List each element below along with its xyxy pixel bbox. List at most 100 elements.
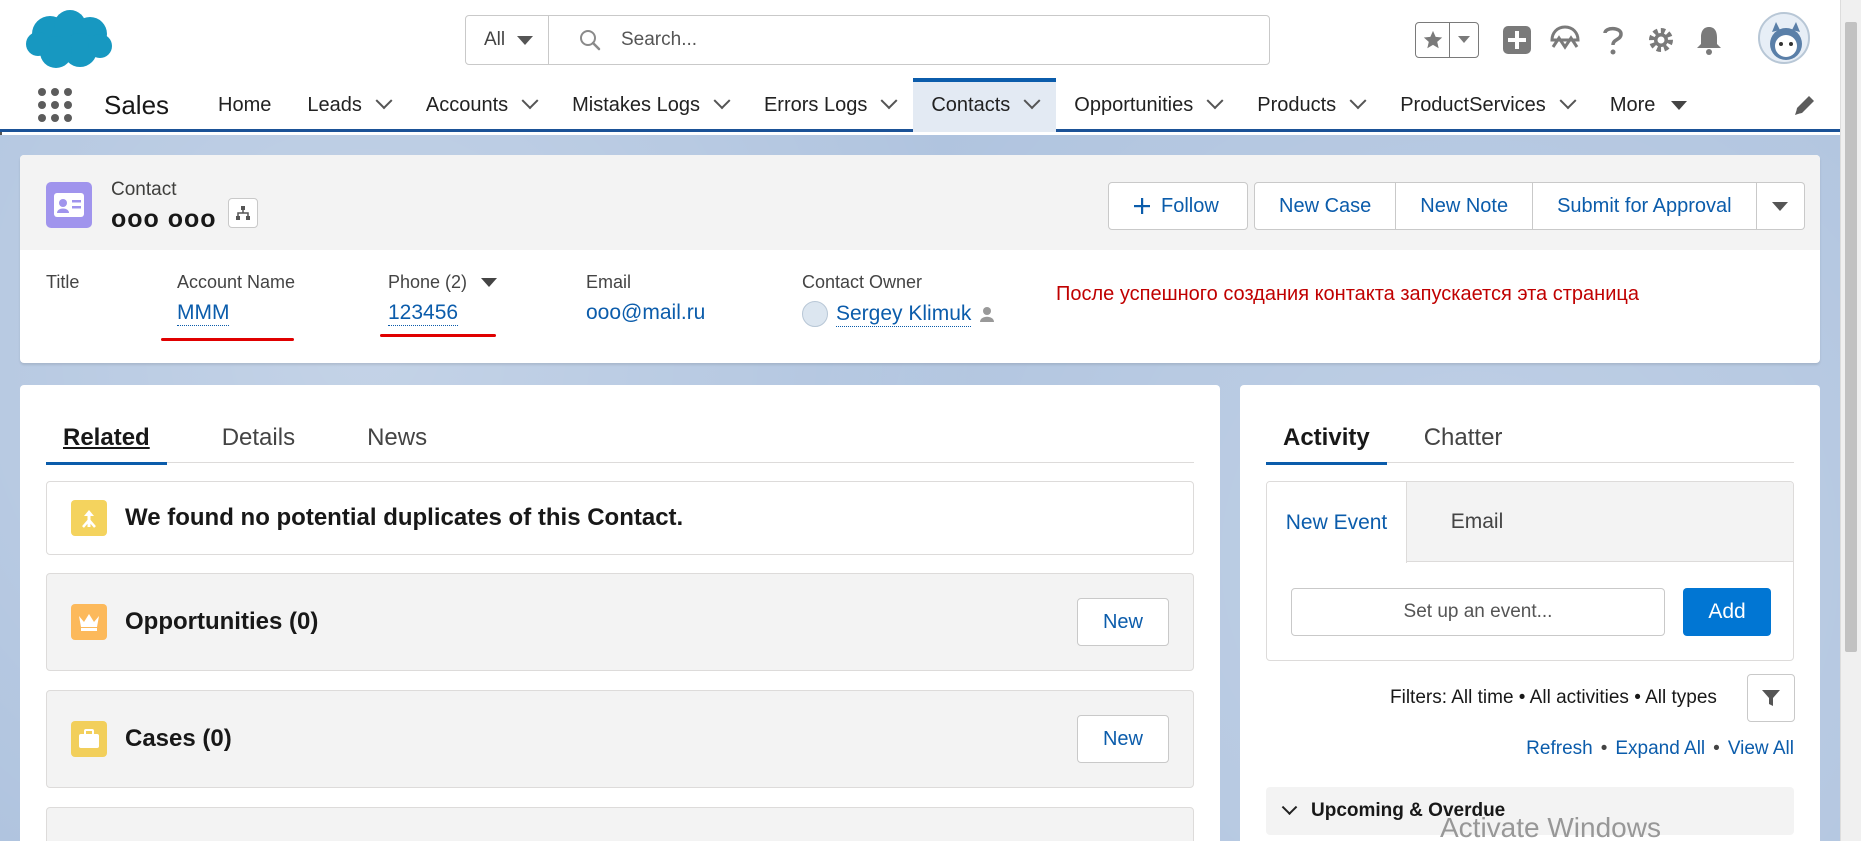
nav-tab-label: Opportunities [1074, 93, 1194, 116]
hierarchy-icon [236, 206, 250, 220]
chevron-down-icon[interactable] [880, 92, 898, 110]
more-actions-button[interactable] [1756, 182, 1805, 230]
search-input[interactable] [621, 29, 1221, 51]
global-header: All [0, 0, 1840, 78]
nav-tab-mistakes-logs[interactable]: Mistakes Logs [554, 78, 746, 132]
follow-label: Follow [1161, 194, 1219, 217]
caret-down-icon [481, 278, 498, 287]
record-header: Contact ooo ooo Follow New Case New Note… [20, 155, 1820, 363]
refresh-link[interactable]: Refresh [1526, 738, 1593, 760]
tab-activity[interactable]: Activity [1266, 413, 1387, 465]
nav-tab-contacts[interactable]: Contacts [913, 78, 1057, 132]
user-avatar[interactable] [1758, 12, 1810, 64]
nav-tab-products[interactable]: Products [1239, 78, 1382, 132]
chevron-down-icon[interactable] [713, 92, 731, 110]
nav-tab-label: Accounts [425, 93, 509, 116]
submit-for-approval-button[interactable]: Submit for Approval [1533, 182, 1757, 230]
chevron-down-icon[interactable] [1023, 92, 1041, 110]
help-icon[interactable] [1589, 16, 1637, 64]
nav-tab-home[interactable]: Home [200, 78, 289, 132]
phone-label-dropdown[interactable]: Phone (2) [388, 272, 498, 293]
nav-tab-label: ProductServices [1400, 93, 1546, 116]
salesforce-cloud-logo[interactable] [24, 8, 114, 72]
activity-publisher: New Event Email Set up an event... Add [1266, 481, 1794, 661]
nav-tab-label: Products [1257, 93, 1337, 116]
activity-links: Refresh • Expand All • View All [1526, 738, 1794, 760]
nav-tab-errors-logs[interactable]: Errors Logs [746, 78, 913, 132]
expand-all-link[interactable]: Expand All [1615, 738, 1705, 760]
new-case-button[interactable]: New Case [1254, 182, 1397, 230]
search-icon [580, 30, 601, 51]
new-opportunity-button[interactable]: New [1077, 598, 1169, 646]
follow-button[interactable]: Follow [1108, 182, 1248, 230]
field-account-name: Account Name MMM [177, 272, 295, 326]
nav-tab-label: Leads [307, 93, 362, 116]
chevron-down-icon[interactable] [1349, 92, 1367, 110]
chevron-down-icon[interactable] [1206, 92, 1224, 110]
annotation-underline [161, 338, 294, 341]
plus-icon [1134, 198, 1150, 214]
record-header-top: Contact ooo ooo Follow New Case New Note… [20, 155, 1820, 250]
nav-tab-accounts[interactable]: Accounts [408, 78, 554, 132]
phone-link[interactable]: 123456 [388, 301, 459, 326]
field-phone: Phone (2) 123456 [388, 272, 498, 326]
page-scrollbar[interactable] [1840, 0, 1861, 841]
nav-tab-label: Contacts [931, 93, 1011, 116]
filter-button[interactable] [1747, 674, 1795, 722]
tab-news[interactable]: News [350, 413, 444, 463]
tab-email[interactable]: Email [1407, 482, 1547, 562]
related-list-cases: Cases (0) New [46, 690, 1194, 788]
annotation-underline [380, 334, 496, 337]
duplicates-notice: We found no potential duplicates of this… [46, 481, 1194, 555]
event-input[interactable]: Set up an event... [1291, 588, 1665, 636]
hierarchy-button[interactable] [228, 198, 258, 228]
field-email: Email ooo@mail.ru [586, 272, 705, 325]
tab-new-event[interactable]: New Event [1267, 482, 1407, 563]
case-briefcase-icon [71, 721, 107, 757]
favorites-list-icon[interactable] [1450, 23, 1478, 57]
nav-tab-productservices[interactable]: ProductServices [1382, 78, 1592, 132]
setup-gear-icon[interactable] [1637, 16, 1685, 64]
trailhead-icon[interactable] [1541, 16, 1589, 64]
new-note-button[interactable]: New Note [1396, 182, 1534, 230]
notifications-bell-icon[interactable] [1685, 16, 1733, 64]
edit-nav-pencil-icon[interactable] [1792, 92, 1818, 118]
highlights-panel: Title Account Name MMM Phone (2) 123456 … [20, 250, 1820, 363]
app-navigation-bar: Sales Home Leads Accounts Mistakes Logs … [0, 78, 1840, 132]
annotation-note: После успешного создания контакта запуск… [1056, 283, 1639, 305]
object-type-label: Contact [111, 179, 177, 200]
nav-tab-label: Errors Logs [763, 93, 868, 116]
nav-tab-leads[interactable]: Leads [289, 78, 408, 132]
tab-related[interactable]: Related [46, 413, 167, 465]
caret-down-icon [517, 35, 534, 45]
nav-tab-more[interactable]: More [1592, 78, 1706, 132]
search-scope-label: All [484, 29, 506, 50]
related-list-title[interactable]: Cases (0) [125, 725, 1059, 753]
chevron-down-icon[interactable] [375, 92, 393, 110]
merge-icon [71, 500, 107, 536]
related-list-title[interactable]: Opportunities (0) [125, 608, 1059, 636]
view-all-link[interactable]: View All [1728, 738, 1794, 760]
related-list-partial [46, 807, 1194, 841]
email-link[interactable]: ooo@mail.ru [586, 301, 705, 325]
chevron-down-icon[interactable] [521, 92, 539, 110]
search-field [549, 16, 1269, 64]
field-label: Account Name [177, 272, 296, 292]
chevron-down-icon[interactable] [1559, 92, 1577, 110]
tab-chatter[interactable]: Chatter [1407, 413, 1520, 463]
global-create-icon[interactable] [1493, 16, 1541, 64]
field-contact-owner: Contact Owner Sergey Klimuk [802, 272, 997, 327]
header-utility-icons [1415, 16, 1733, 64]
new-case-related-button[interactable]: New [1077, 715, 1169, 763]
add-event-button[interactable]: Add [1683, 588, 1771, 636]
tab-details[interactable]: Details [205, 413, 312, 463]
app-launcher-icon[interactable] [38, 88, 72, 122]
field-label: Phone (2) [388, 272, 468, 292]
account-name-link[interactable]: MMM [177, 301, 230, 326]
change-owner-icon[interactable] [979, 305, 997, 323]
search-scope-dropdown[interactable]: All [466, 16, 549, 64]
nav-tab-opportunities[interactable]: Opportunities [1056, 78, 1239, 132]
favorites-star-icon[interactable] [1416, 23, 1450, 57]
owner-link[interactable]: Sergey Klimuk [836, 302, 972, 327]
scrollbar-thumb[interactable] [1845, 22, 1857, 652]
